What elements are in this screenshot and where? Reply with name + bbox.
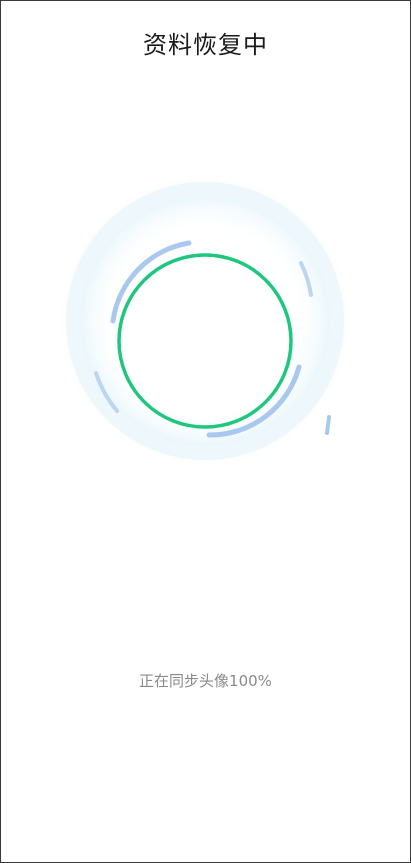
- halo-glow: [57, 173, 353, 469]
- orbit-arc-outer-tick: [325, 415, 331, 435]
- sync-status-text: 正在同步头像100%: [139, 672, 272, 690]
- page-title: 资料恢复中: [143, 31, 268, 59]
- screen: 资料恢复中 正在同步头像100%: [0, 0, 411, 863]
- sync-progress-ring-icon: [57, 173, 353, 469]
